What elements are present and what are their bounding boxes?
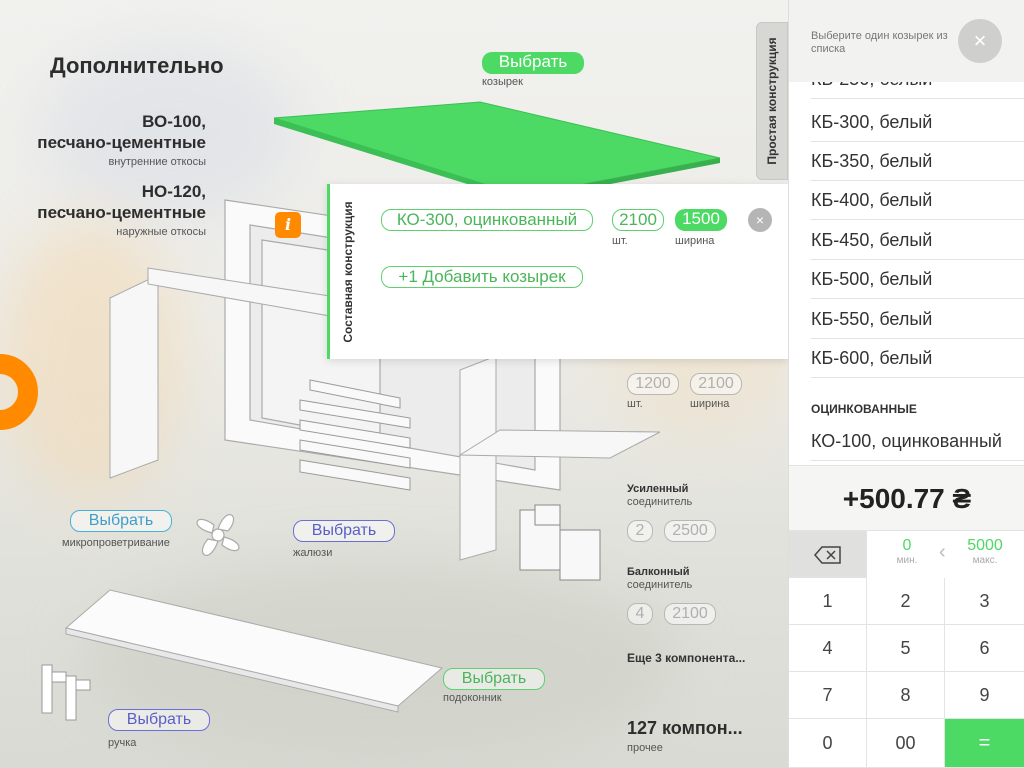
selected-canopy-item[interactable]: КО-300, оцинкованный (381, 209, 593, 231)
outer-slope-label: наружные откосы (116, 226, 206, 238)
handle-shape (65, 675, 77, 721)
key-5[interactable]: 5 (867, 625, 945, 672)
ventilation-select-button[interactable]: Выбрать (70, 510, 172, 532)
canopy-select-button[interactable]: Выбрать (482, 52, 584, 74)
panel-header: Выберите один козырек из списка × (789, 0, 1024, 82)
canopy-shape (273, 101, 721, 197)
windowsill-label: подоконник (443, 692, 502, 704)
key-4[interactable]: 4 (789, 625, 867, 672)
simple-construction-tab-label: Простая конструкция (765, 37, 779, 165)
outer-slope-name-2: песчано-цементные (37, 203, 206, 222)
sill-qty-label: шт. (627, 398, 643, 410)
handle-shape (41, 664, 53, 714)
key-00[interactable]: 00 (867, 719, 945, 768)
remove-canopy-close-icon[interactable]: × (748, 208, 772, 232)
right-selection-panel: Выберите один козырек из списка × КБ-250… (788, 0, 1024, 768)
list-item[interactable]: КБ-400, белый (811, 181, 1024, 220)
simple-construction-tab[interactable]: Простая конструкция (756, 22, 788, 180)
key-7[interactable]: 7 (789, 672, 867, 719)
more-components-link[interactable]: Еще 3 компонента... (627, 651, 745, 665)
popup-vertical-title: Составная конструкция (341, 200, 355, 343)
panel-close-icon[interactable]: × (958, 19, 1002, 63)
key-8[interactable]: 8 (867, 672, 945, 719)
canopy-width-label: ширина (675, 235, 715, 247)
sill-width-label: ширина (690, 398, 730, 410)
handle-shape (75, 679, 91, 691)
min-value-box[interactable]: 0 мин. (877, 537, 937, 566)
canopy-width-field[interactable]: 1500 (675, 209, 727, 231)
fan-icon (196, 514, 240, 556)
canopy-label: козырек (482, 76, 523, 88)
key-6[interactable]: 6 (945, 625, 1024, 672)
max-label: макс. (972, 555, 998, 566)
connector-block (559, 529, 601, 581)
inner-slope-name-1: ВО-100, (142, 112, 206, 131)
reinforced-title: Усиленный (627, 483, 689, 495)
canopy-qty-field[interactable]: 2100 (612, 209, 664, 231)
list-item[interactable]: КБ-550, белый (811, 300, 1024, 339)
sill-qty-field[interactable]: 1200 (627, 373, 679, 395)
key-1[interactable]: 1 (789, 578, 867, 625)
slope-left (109, 274, 159, 479)
backspace-key[interactable] (789, 531, 867, 578)
sill-width-field[interactable]: 2100 (690, 373, 742, 395)
section-header-galvanized: ОЦИНКОВАННЫЕ (811, 402, 917, 416)
inner-slope-name-2: песчано-цементные (37, 133, 206, 152)
composite-construction-popup: Составная конструкция КО-300, оцинкованн… (327, 184, 788, 359)
handle-select-button[interactable]: Выбрать (108, 709, 210, 731)
key-0[interactable]: 0 (789, 719, 867, 768)
list-item[interactable]: КО-100, оцинкованный (811, 422, 1024, 461)
canopy-qty-label: шт. (612, 235, 628, 247)
panel-hint: Выберите один козырек из списка (811, 30, 948, 55)
price-display: +500.77 ₴ (789, 465, 1024, 531)
equals-key[interactable]: = (945, 719, 1024, 768)
reinforced-width-field[interactable]: 2500 (664, 520, 716, 542)
key-9[interactable]: 9 (945, 672, 1024, 719)
blinds-select-button[interactable]: Выбрать (293, 520, 395, 542)
info-icon[interactable]: i (275, 212, 301, 238)
total-components: 127 компон... (627, 718, 743, 738)
total-subtitle: прочее (627, 742, 663, 754)
key-2[interactable]: 2 (867, 578, 945, 625)
chevron-left-icon: ‹ (939, 541, 946, 563)
windowsill-board (64, 589, 444, 707)
min-label: мин. (896, 555, 918, 566)
balcony-width-field[interactable]: 2100 (664, 603, 716, 625)
list-item[interactable]: КБ-600, белый (811, 339, 1024, 378)
page-title: Дополнительно (50, 53, 224, 78)
slope-right (459, 355, 497, 561)
list-item[interactable]: КБ-250, белый (811, 82, 1024, 99)
handle-shape (51, 671, 67, 683)
max-value: 5000 (967, 537, 1003, 554)
canopy-list: КБ-250, белый КБ-300, белый КБ-350, белы… (789, 82, 1024, 465)
list-item[interactable]: КБ-500, белый (811, 260, 1024, 299)
list-item[interactable]: КБ-300, белый (811, 103, 1024, 142)
list-item[interactable]: КБ-450, белый (811, 221, 1024, 260)
balcony-qty-field[interactable]: 4 (627, 603, 653, 625)
reinforced-qty-field[interactable]: 2 (627, 520, 653, 542)
balcony-subtitle: соединитель (627, 579, 693, 591)
inner-slope-label: внутренние откосы (108, 156, 206, 168)
min-value: 0 (902, 537, 912, 554)
blinds-label: жалюзи (293, 547, 333, 559)
add-canopy-button[interactable]: +1 Добавить козырек (381, 266, 583, 288)
reinforced-subtitle: соединитель (627, 496, 693, 508)
max-value-box[interactable]: 5000 макс. (955, 537, 1015, 566)
numeric-keypad: 0 мин. ‹ 5000 макс. 1 2 3 4 5 6 7 8 9 0 … (789, 531, 1024, 768)
ventilation-label: микропроветривание (62, 537, 170, 549)
key-3[interactable]: 3 (945, 578, 1024, 625)
windowsill-select-button[interactable]: Выбрать (443, 668, 545, 690)
popup-vertical-title-wrap: Составная конструкция (338, 184, 358, 359)
balcony-title: Балконный (627, 566, 690, 578)
list-item[interactable]: КБ-350, белый (811, 142, 1024, 181)
outer-slope-name-1: НО-120, (141, 182, 206, 201)
handle-label: ручка (108, 737, 137, 749)
backspace-icon (813, 546, 841, 564)
connector-block (534, 504, 561, 526)
